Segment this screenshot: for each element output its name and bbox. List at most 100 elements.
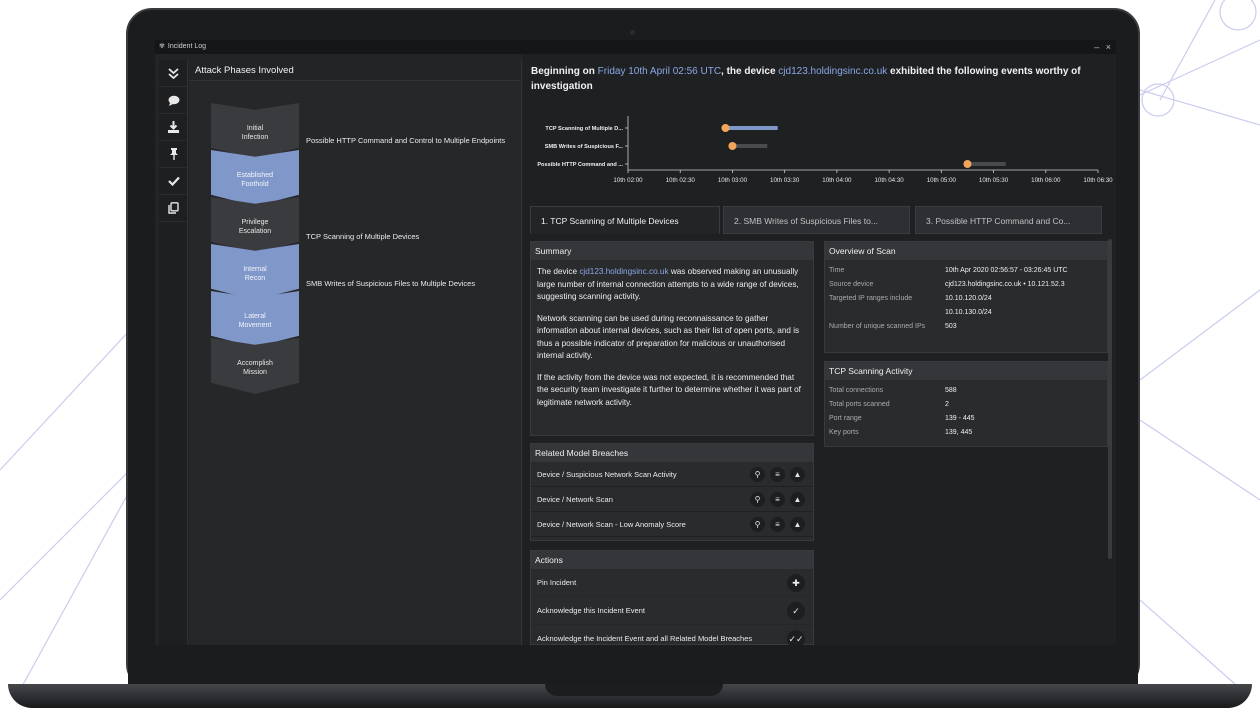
event-marker bbox=[721, 124, 730, 132]
attack-phases-heading: Attack Phases Involved bbox=[189, 60, 521, 81]
screen: ✾ Incident Log – × Attack Phases Involved… bbox=[155, 40, 1116, 645]
breach-actions: ⚲ ≡ ▲ bbox=[745, 492, 805, 507]
actions-panel: Actions Pin Incident ✚ Acknowledge this In… bbox=[530, 550, 814, 645]
download-icon[interactable] bbox=[159, 114, 188, 141]
laptop-chin bbox=[128, 646, 1138, 686]
breach-label: Device / Network Scan bbox=[537, 494, 613, 504]
phase-event-http[interactable]: Possible HTTP Command and Control to Mul… bbox=[306, 136, 506, 146]
activity-value: 2 bbox=[945, 401, 949, 408]
phase-accomplish-mission[interactable]: Accomplish Mission bbox=[211, 338, 299, 394]
scrollbar[interactable] bbox=[1108, 239, 1112, 559]
x-tick-label: 10th 02:30 bbox=[666, 177, 696, 184]
phase-lateral-movement[interactable]: Lateral Movement bbox=[211, 291, 299, 347]
breach-label: Device / Network Scan - Low Anomaly Scor… bbox=[537, 519, 686, 529]
event-tabs: 1. TCP Scanning of Multiple Devices 2. S… bbox=[530, 206, 1110, 234]
tab-tcp-scanning[interactable]: 1. TCP Scanning of Multiple Devices bbox=[530, 206, 720, 234]
overview-row: 10.10.130.0/24 bbox=[825, 306, 1107, 320]
minimize-button[interactable]: – bbox=[1094, 42, 1099, 52]
breach-label: Device / Suspicious Network Scan Activit… bbox=[537, 469, 677, 479]
x-tick-label: 10th 05:00 bbox=[927, 177, 957, 184]
tab-http-command[interactable]: 3. Possible HTTP Command and Co... bbox=[915, 206, 1102, 234]
action-row: Acknowledge this Incident Event ✓ bbox=[531, 597, 813, 625]
summary-title: Summary bbox=[531, 242, 813, 260]
overview-value: 10.10.120.0/24 bbox=[945, 295, 992, 302]
breach-row[interactable]: Device / Network Scan - Low Anomaly Scor… bbox=[531, 512, 813, 537]
activity-key: Total ports scanned bbox=[829, 401, 890, 408]
alert-icon[interactable]: ▲ bbox=[790, 492, 805, 507]
breach-actions: ⚲ ≡ ▲ bbox=[745, 467, 805, 482]
phase-event-tcp[interactable]: TCP Scanning of Multiple Devices bbox=[306, 232, 506, 242]
phase-privilege-escalation[interactable]: Privilege Escalation bbox=[211, 197, 299, 253]
tcp-activity-panel: TCP Scanning Activity Total connections 5… bbox=[824, 361, 1108, 447]
check-icon[interactable]: ✓ bbox=[787, 602, 805, 620]
action-label: Acknowledge the Incident Event and all R… bbox=[537, 634, 753, 643]
pin-icon[interactable]: ✚ bbox=[787, 574, 805, 592]
search-icon[interactable]: ⚲ bbox=[750, 517, 765, 532]
overview-value: 10th Apr 2020 02:56:57 - 03:26:45 UTC bbox=[945, 267, 1068, 274]
activity-row: Total ports scanned 2 bbox=[825, 398, 1107, 412]
alert-icon[interactable]: ▲ bbox=[790, 517, 805, 532]
breach-actions: ⚲ ≡ ▲ bbox=[745, 517, 805, 532]
title-bar: ✾ Incident Log – × bbox=[155, 40, 1116, 54]
overview-row: Source device cjd123.holdingsinc.co.uk • … bbox=[825, 278, 1107, 292]
overview-key: Source device bbox=[829, 281, 874, 288]
overview-key: Targeted IP ranges include bbox=[829, 295, 913, 302]
window-controls: – × bbox=[1090, 40, 1111, 54]
alert-icon[interactable]: ▲ bbox=[790, 467, 805, 482]
activity-row: Total connections 588 bbox=[825, 384, 1107, 398]
pin-icon[interactable] bbox=[159, 141, 188, 168]
header-device-link[interactable]: cjd123.holdingsinc.co.uk bbox=[778, 66, 887, 77]
overview-row: Time 10th Apr 2020 02:56:57 - 03:26:45 UT… bbox=[825, 264, 1107, 278]
comment-icon[interactable] bbox=[159, 87, 188, 114]
list-icon[interactable]: ≡ bbox=[770, 517, 785, 532]
related-breaches-panel: Related Model Breaches Device / Suspicio… bbox=[530, 443, 814, 541]
activity-key: Port range bbox=[829, 415, 862, 422]
overview-value: 503 bbox=[945, 323, 957, 330]
laptop-notch bbox=[545, 684, 723, 696]
overview-row: Number of unique scanned IPs 503 bbox=[825, 320, 1107, 334]
event-bar bbox=[725, 126, 778, 130]
activity-key: Key ports bbox=[829, 429, 859, 436]
list-icon[interactable]: ≡ bbox=[770, 467, 785, 482]
overview-key: Time bbox=[829, 267, 845, 274]
event-marker bbox=[963, 160, 972, 168]
tab-smb-writes[interactable]: 2. SMB Writes of Suspicious Files to... bbox=[723, 206, 910, 234]
y-tick-label: SMB Writes of Suspicious F... bbox=[545, 144, 624, 150]
tcp-activity-title: TCP Scanning Activity bbox=[825, 362, 1107, 380]
copy-icon[interactable] bbox=[159, 195, 188, 222]
x-tick-label: 10th 06:30 bbox=[1083, 177, 1113, 184]
overview-value: cjd123.holdingsinc.co.uk • 10.121.52.3 bbox=[945, 281, 1065, 288]
event-bar bbox=[732, 144, 768, 148]
summary-device-link[interactable]: cjd123.holdingsinc.co.uk bbox=[579, 267, 668, 276]
collapse-icon[interactable] bbox=[159, 60, 188, 87]
double-check-icon[interactable]: ✓✓ bbox=[787, 630, 805, 645]
header-middle: , the device bbox=[721, 66, 779, 77]
phase-initial-infection[interactable]: Initial Infection bbox=[211, 103, 299, 159]
overview-row: Targeted IP ranges include 10.10.120.0/24 bbox=[825, 292, 1107, 306]
search-icon[interactable]: ⚲ bbox=[750, 467, 765, 482]
overview-value: 10.10.130.0/24 bbox=[945, 309, 992, 316]
window-title: Incident Log bbox=[167, 43, 207, 50]
action-label: Acknowledge this Incident Event bbox=[537, 606, 645, 615]
check-icon[interactable] bbox=[159, 168, 188, 195]
x-tick-label: 10th 06:00 bbox=[1031, 177, 1061, 184]
camera-icon bbox=[630, 30, 635, 35]
action-label: Pin Incident bbox=[537, 578, 577, 587]
y-tick-label: Possible HTTP Command and ... bbox=[537, 162, 623, 168]
summary-p3: If the activity from the device was not … bbox=[537, 372, 801, 407]
phase-event-smb[interactable]: SMB Writes of Suspicious Files to Multip… bbox=[306, 279, 506, 289]
search-icon[interactable]: ⚲ bbox=[750, 492, 765, 507]
x-tick-label: 10th 05:30 bbox=[979, 177, 1009, 184]
event-bar bbox=[967, 162, 1006, 166]
breach-row[interactable]: Device / Network Scan ⚲ ≡ ▲ bbox=[531, 487, 813, 512]
x-tick-label: 10th 04:30 bbox=[874, 177, 904, 184]
close-button[interactable]: × bbox=[1106, 42, 1111, 52]
phase-internal-recon[interactable]: Internal Recon bbox=[211, 244, 299, 300]
event-timeline-chart: 10th 02:00 10th 02:30 10th 03:00 10th 03:30… bbox=[537, 116, 1113, 184]
activity-value: 139, 445 bbox=[945, 429, 973, 436]
list-icon[interactable]: ≡ bbox=[770, 492, 785, 507]
activity-row: Port range 139 - 445 bbox=[825, 412, 1107, 426]
breach-row[interactable]: Device / Suspicious Network Scan Activit… bbox=[531, 462, 813, 487]
incident-header: Beginning on Friday 10th April 02:56 UTC… bbox=[531, 64, 1106, 94]
phase-established-foothold[interactable]: Established Foothold bbox=[211, 150, 299, 206]
